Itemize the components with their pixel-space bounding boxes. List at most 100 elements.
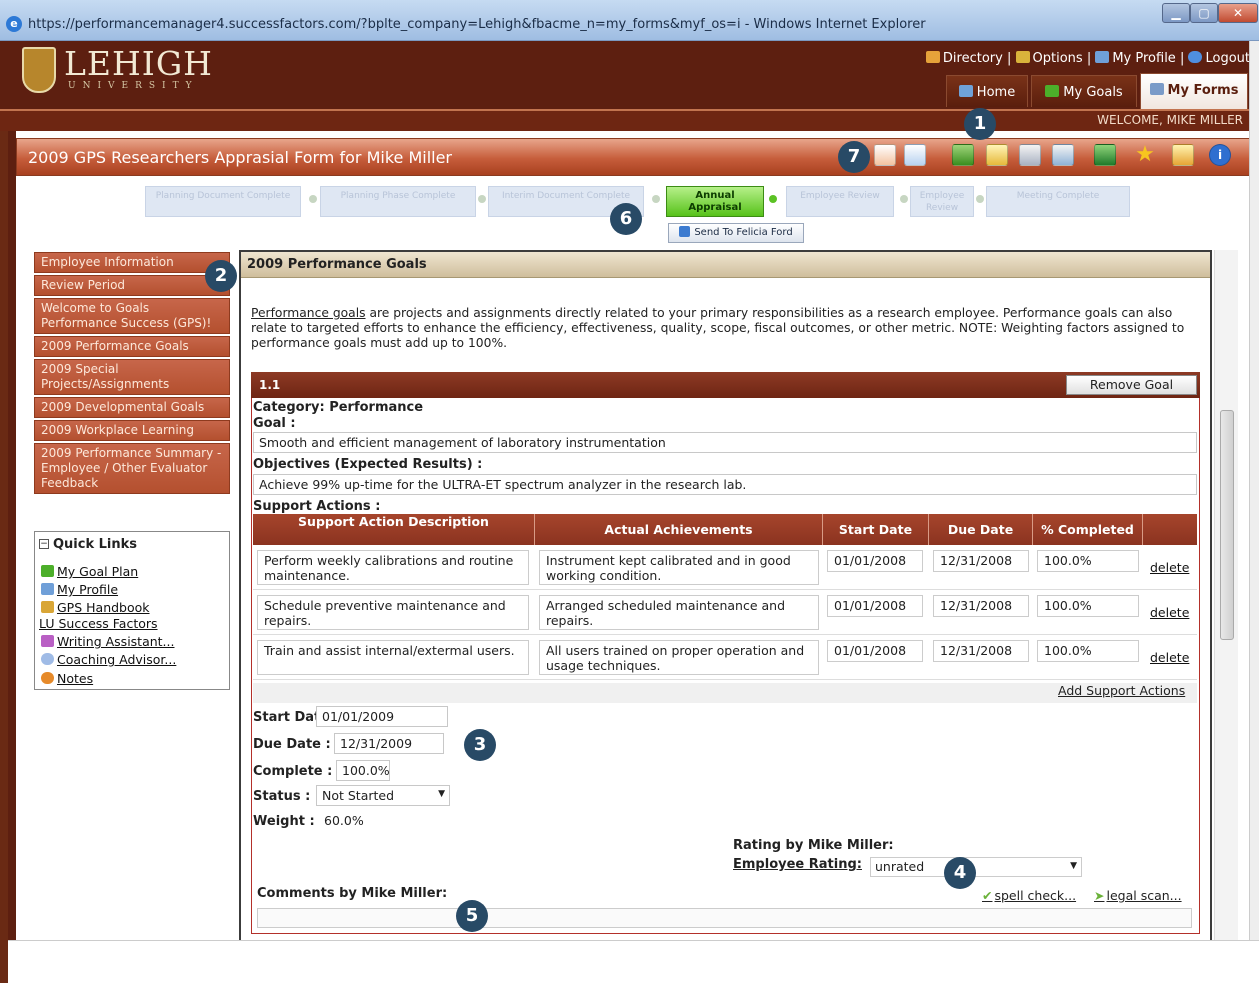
- complete-input[interactable]: 100.0%: [336, 760, 390, 781]
- ql-lu-success-factors[interactable]: LU Success Factors: [39, 616, 158, 631]
- separator: |: [1179, 51, 1185, 66]
- achievement-field[interactable]: Arranged scheduled maintenance and repai…: [539, 595, 819, 630]
- badge-5: 5: [456, 900, 488, 932]
- directory-link[interactable]: Directory: [925, 51, 1003, 66]
- delete-link[interactable]: delete: [1150, 605, 1189, 620]
- badge-1: 1: [964, 108, 996, 140]
- ql-coaching-advisor[interactable]: Coaching Advisor...: [41, 652, 176, 667]
- pct-field[interactable]: 100.0%: [1037, 550, 1139, 572]
- nav-employee-information[interactable]: Employee Information: [34, 252, 230, 273]
- employee-rating-select[interactable]: unrated ▼: [870, 857, 1082, 877]
- start-date-field[interactable]: 01/01/2008: [827, 640, 923, 662]
- ql-gps-handbook[interactable]: GPS Handbook: [41, 600, 150, 615]
- step-1[interactable]: Planning Document Complete: [145, 186, 301, 217]
- form-title: 2009 GPS Researchers Apprasial Form for …: [28, 148, 452, 167]
- nav-welcome-gps[interactable]: Welcome to Goals Performance Success (GP…: [34, 298, 230, 334]
- nav-performance-summary[interactable]: 2009 Performance Summary - Employee / Ot…: [34, 443, 230, 494]
- due-date-field[interactable]: 12/31/2008: [933, 550, 1029, 572]
- lehigh-logo[interactable]: LEHIGH UNIVERSITY: [22, 47, 212, 99]
- copy-icon[interactable]: [1052, 144, 1074, 166]
- options-link[interactable]: Options: [1015, 51, 1083, 66]
- table-footer: [253, 683, 1197, 703]
- logout-link[interactable]: Logout: [1188, 51, 1250, 66]
- directory-label: Directory: [942, 51, 1003, 66]
- pct-field[interactable]: 100.0%: [1037, 640, 1139, 662]
- pct-field[interactable]: 100.0%: [1037, 595, 1139, 617]
- step-annual-appraisal[interactable]: Annual Appraisal: [666, 186, 764, 217]
- nav-performance-goals[interactable]: 2009 Performance Goals: [34, 336, 230, 357]
- maximize-button[interactable]: ▢: [1190, 3, 1218, 23]
- spell-check-link[interactable]: ✔ spell check...: [982, 888, 1076, 903]
- start-date-field[interactable]: 01/01/2008: [827, 550, 923, 572]
- my-profile-link[interactable]: My Profile: [1095, 51, 1176, 66]
- nav-workplace-learning[interactable]: 2009 Workplace Learning: [34, 420, 230, 441]
- start-date-input[interactable]: 01/01/2009: [316, 706, 448, 727]
- tab-home[interactable]: Home: [946, 75, 1028, 107]
- comments-textarea[interactable]: [257, 908, 1192, 928]
- tab-my-goals[interactable]: My Goals: [1031, 75, 1137, 107]
- profile-icon: [1095, 51, 1110, 63]
- ql-my-profile[interactable]: My Profile: [41, 582, 118, 597]
- legal-scan-link[interactable]: ➤ legal scan...: [1094, 888, 1182, 903]
- window-icon[interactable]: [904, 144, 926, 166]
- separator: |: [1006, 51, 1012, 66]
- spellcheck-icon: ✔: [982, 888, 993, 903]
- step-6[interactable]: Employee Review: [910, 186, 974, 217]
- step-5[interactable]: Employee Review: [786, 186, 894, 217]
- delete-link[interactable]: delete: [1150, 650, 1189, 665]
- delete-link[interactable]: delete: [1150, 560, 1189, 575]
- close-button[interactable]: ✕: [1218, 3, 1258, 23]
- status-select[interactable]: Not Started ▼: [316, 785, 450, 806]
- scroll-thumb[interactable]: [1220, 410, 1234, 640]
- minimize-button[interactable]: ▁: [1162, 3, 1190, 23]
- panel-scrollbar[interactable]: [1214, 250, 1238, 940]
- tab-my-forms-label: My Forms: [1167, 83, 1239, 98]
- top-links: Directory | Options | My Profile | Logou…: [890, 51, 1250, 66]
- profile-icon: [41, 583, 54, 595]
- section-intro: Performance goals are projects and assig…: [251, 306, 1191, 351]
- col-start-date: Start Date: [823, 514, 929, 545]
- step-arrow-icon: [976, 195, 984, 203]
- folder-icon[interactable]: [986, 144, 1008, 166]
- desc-field[interactable]: Schedule preventive maintenance and repa…: [257, 595, 529, 630]
- due-date-input[interactable]: 12/31/2009: [334, 733, 444, 754]
- desc-field[interactable]: Perform weekly calibrations and routine …: [257, 550, 529, 585]
- window-scrollbar[interactable]: [1249, 41, 1259, 983]
- pencil-icon[interactable]: [1172, 144, 1194, 166]
- legal-scan-label: legal scan...: [1106, 888, 1182, 903]
- start-date-field[interactable]: 01/01/2008: [827, 595, 923, 617]
- spell-check-label: spell check...: [994, 888, 1077, 903]
- tab-my-forms[interactable]: My Forms: [1140, 73, 1248, 109]
- performance-goals-link[interactable]: Performance goals: [251, 306, 366, 320]
- due-date-field[interactable]: 12/31/2008: [933, 640, 1029, 662]
- step-2[interactable]: Planning Phase Complete: [320, 186, 476, 217]
- layout-icon[interactable]: [874, 144, 896, 166]
- remove-goal-button[interactable]: Remove Goal: [1066, 375, 1197, 395]
- nav-special-projects[interactable]: 2009 Special Projects/Assignments: [34, 359, 230, 395]
- step-7[interactable]: Meeting Complete: [986, 186, 1130, 217]
- save-icon[interactable]: [1094, 144, 1116, 166]
- goal-field[interactable]: Smooth and efficient management of labor…: [253, 432, 1197, 453]
- goal-number: 1.1: [259, 378, 281, 392]
- ql-my-goal-plan[interactable]: My Goal Plan: [41, 564, 138, 579]
- print-icon[interactable]: [1019, 144, 1041, 166]
- nav-review-period[interactable]: Review Period: [34, 275, 230, 296]
- window-title: https://performancemanager4.successfacto…: [28, 17, 926, 32]
- send-to-button[interactable]: Send To Felicia Ford: [668, 223, 804, 243]
- weight-value: 60.0%: [318, 810, 370, 831]
- step-arrow-icon: [652, 195, 660, 203]
- add-support-actions-link[interactable]: Add Support Actions: [1058, 683, 1185, 698]
- desc-field[interactable]: Train and assist internal/extermal users…: [257, 640, 529, 675]
- due-date-field[interactable]: 12/31/2008: [933, 595, 1029, 617]
- star-icon[interactable]: ★: [1134, 144, 1156, 166]
- chart-icon[interactable]: [952, 144, 974, 166]
- achievement-field[interactable]: All users trained on proper operation an…: [539, 640, 819, 675]
- ql-notes[interactable]: Notes: [41, 671, 93, 686]
- badge-7: 7: [838, 141, 870, 173]
- nav-developmental-goals[interactable]: 2009 Developmental Goals: [34, 397, 230, 418]
- info-icon[interactable]: i: [1209, 144, 1231, 166]
- objectives-field[interactable]: Achieve 99% up-time for the ULTRA-ET spe…: [253, 474, 1197, 495]
- achievement-field[interactable]: Instrument kept calibrated and in good w…: [539, 550, 819, 585]
- ql-writing-assistant[interactable]: Writing Assistant...: [41, 634, 174, 649]
- collapse-toggle[interactable]: −: [39, 539, 49, 549]
